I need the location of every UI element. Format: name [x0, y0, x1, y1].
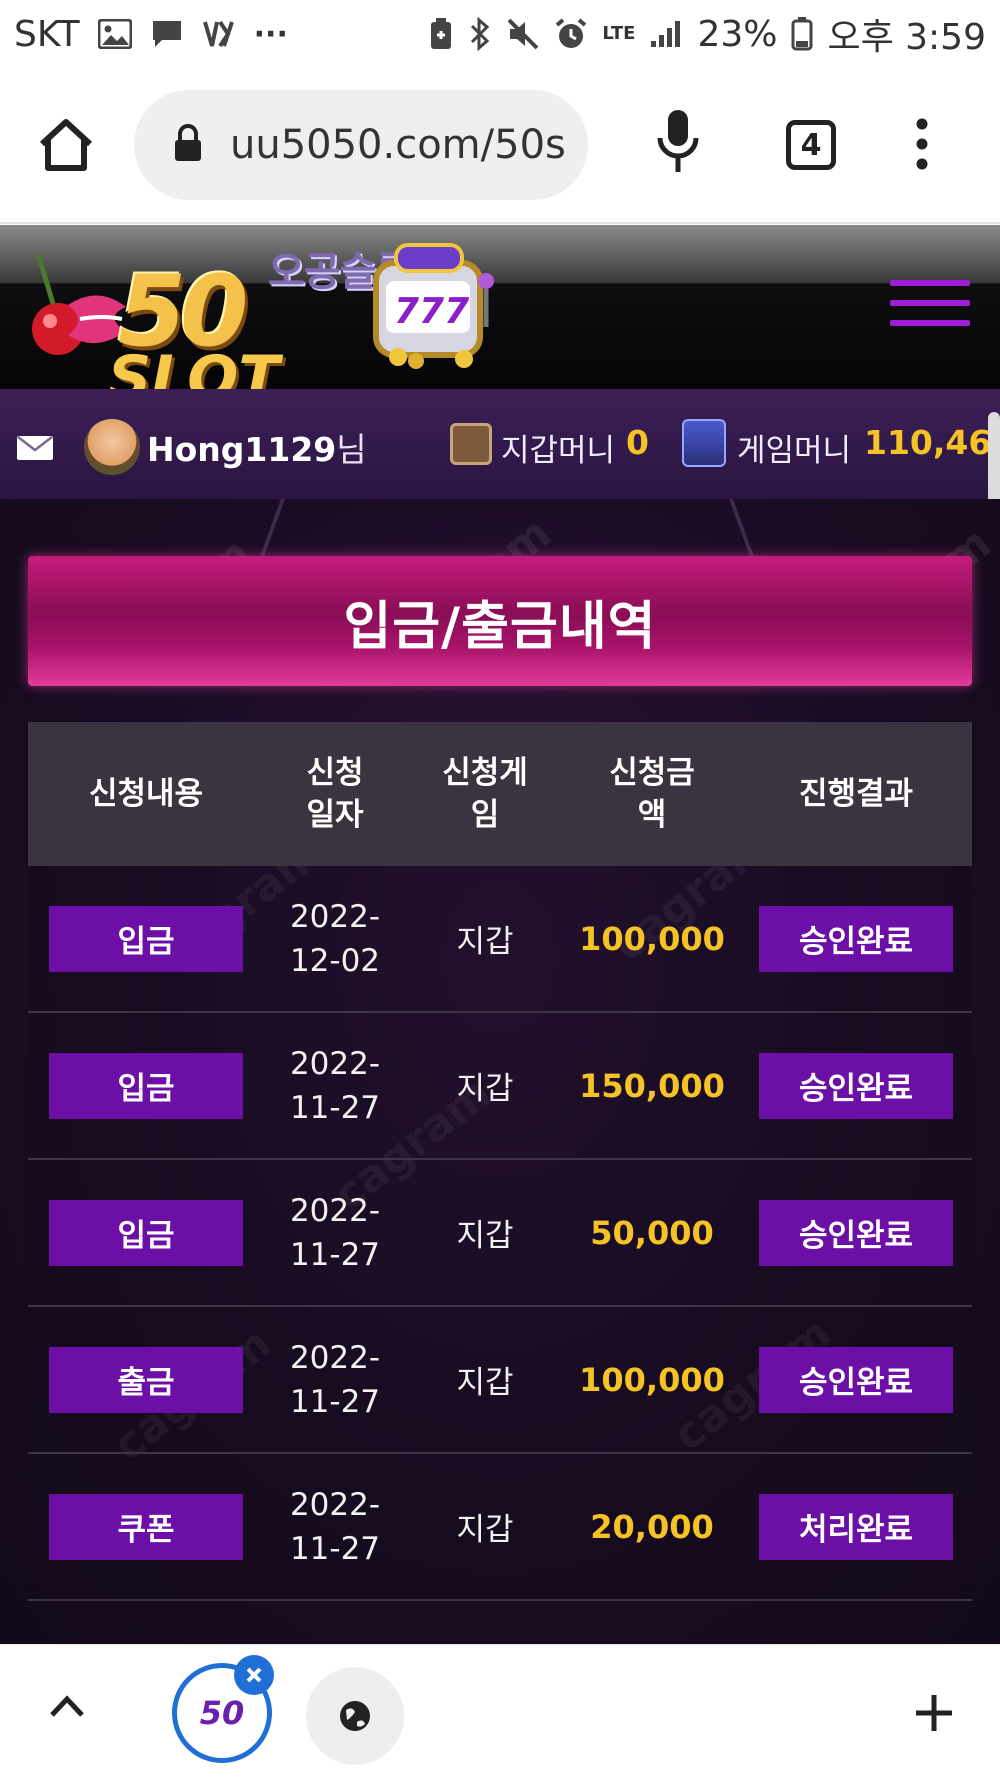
- header-amount: 신청금 액: [609, 755, 695, 833]
- table-row: 입금 2022- 11-27 지갑 150,000 승인완료: [28, 1013, 972, 1160]
- type-badge: 입금: [49, 1052, 243, 1119]
- result-badge: 처리완료: [759, 1493, 953, 1560]
- date-cell: 2022- 12-02: [289, 898, 381, 979]
- browser-bottom-bar: 50: [0, 1644, 1000, 1778]
- avatar: [84, 419, 140, 475]
- battery-percent: 23%: [697, 13, 778, 55]
- main-content: cagram cagram cagram cagram cagram cagra…: [0, 499, 1000, 1644]
- header-date: 신청 일자: [306, 755, 364, 833]
- result-badge: 승인완료: [759, 905, 953, 972]
- tab-switcher-button[interactable]: 4: [786, 120, 836, 170]
- status-bar: SKT ··· LTE 23% 오후 3:59: [0, 0, 1000, 68]
- wallet-money-value: 0: [626, 423, 649, 462]
- game-cell: 지갑: [456, 924, 514, 960]
- address-bar[interactable]: uu5050.com/50s: [134, 90, 588, 200]
- carrier-label: SKT: [14, 13, 80, 55]
- table-row: 쿠폰 2022- 11-27 지갑 20,000 처리완료: [28, 1454, 972, 1601]
- type-badge: 입금: [49, 905, 243, 972]
- decor-line: [259, 499, 285, 559]
- url-text[interactable]: uu5050.com/50s: [230, 122, 570, 168]
- battery-icon: [791, 17, 813, 51]
- amount-cell: 100,000: [579, 919, 725, 958]
- home-icon[interactable]: [36, 118, 96, 176]
- wallet-money-label: 지갑머니: [501, 433, 616, 469]
- clock: 오후 3:59: [827, 17, 986, 58]
- mic-icon[interactable]: [656, 108, 700, 182]
- header-type: 신청내용: [88, 776, 204, 812]
- overflow-indicator: ···: [253, 16, 288, 52]
- header-game: 신청게 임: [442, 755, 528, 833]
- mute-icon: [506, 17, 540, 51]
- lock-icon: [172, 123, 204, 167]
- amount-cell: 100,000: [579, 1360, 725, 1399]
- date-cell: 2022- 11-27: [289, 1045, 381, 1126]
- username: Hong1129님: [147, 423, 367, 471]
- result-badge: 승인완료: [759, 1052, 953, 1119]
- hamburger-menu-icon[interactable]: [890, 280, 970, 340]
- game-cell: 지갑: [456, 1365, 514, 1401]
- type-badge: 입금: [49, 1199, 243, 1266]
- more-vert-icon[interactable]: [912, 118, 932, 174]
- user-info-bar: Hong1129님 지갑머니 0 게임머니 110,465: [0, 389, 1000, 499]
- game-money-label: 게임머니: [737, 433, 852, 469]
- type-badge: 출금: [49, 1346, 243, 1413]
- chevron-up-icon[interactable]: [48, 1693, 86, 1723]
- amount-cell: 150,000: [579, 1066, 725, 1105]
- page-title-banner: 입금/출금내역: [28, 556, 972, 686]
- game-cell: 지갑: [456, 1071, 514, 1107]
- image-icon: [97, 19, 132, 49]
- game-cell: 지갑: [456, 1512, 514, 1548]
- lte-label: LTE: [602, 23, 636, 44]
- page-title: 입금/출금내역: [343, 596, 657, 657]
- amount-cell: 20,000: [590, 1507, 714, 1546]
- signal-bars-icon: [649, 19, 683, 49]
- site-logo[interactable]: 오공슬롯 50 SLOT 777: [18, 235, 538, 413]
- slot-reels: 777: [394, 291, 470, 332]
- date-cell: 2022- 11-27: [289, 1339, 381, 1420]
- signal-app-icon: [202, 19, 236, 49]
- date-cell: 2022- 11-27: [289, 1486, 381, 1567]
- table-row: 출금 2022- 11-27 지갑 100,000 승인완료: [28, 1307, 972, 1454]
- mail-icon[interactable]: [16, 435, 54, 465]
- table-header: 신청내용 신청 일자 신청게 임 신청금 액 진행결과: [28, 722, 972, 866]
- amount-cell: 50,000: [590, 1213, 714, 1252]
- username-value: Hong1129: [147, 430, 337, 469]
- slot-machine-icon: 777: [368, 241, 494, 369]
- game-money-value: 110,465: [864, 423, 1000, 462]
- safe-icon: [450, 423, 492, 465]
- decor-line: [729, 499, 755, 559]
- new-tab-icon[interactable]: [912, 1691, 956, 1739]
- site-header: 오공슬롯 50 SLOT 777: [0, 225, 1000, 413]
- tab-thumbnail-label: 50: [199, 1694, 245, 1732]
- table-row: 입금 2022- 12-02 지갑 100,000 승인완료: [28, 866, 972, 1013]
- vault-icon: [682, 419, 726, 467]
- alarm-icon: [554, 17, 588, 51]
- date-cell: 2022- 11-27: [289, 1192, 381, 1273]
- bluetooth-icon: [468, 17, 492, 51]
- game-cell: 지갑: [456, 1218, 514, 1254]
- header-result: 진행결과: [798, 776, 914, 812]
- browser-toolbar: uu5050.com/50s 4: [0, 68, 1000, 224]
- close-icon[interactable]: [234, 1655, 274, 1695]
- table-row: 입금 2022- 11-27 지갑 50,000 승인완료: [28, 1160, 972, 1307]
- message-icon: [150, 18, 184, 50]
- type-badge: 쿠폰: [49, 1493, 243, 1560]
- globe-icon[interactable]: [306, 1667, 404, 1765]
- tab-count: 4: [800, 127, 822, 163]
- username-suffix: 님: [336, 430, 367, 469]
- transaction-table: 신청내용 신청 일자 신청게 임 신청금 액 진행결과 입금 2022- 12-02 지…: [28, 722, 972, 1601]
- battery-saver-icon: [428, 17, 454, 51]
- result-badge: 승인완료: [759, 1199, 953, 1266]
- result-badge: 승인완료: [759, 1346, 953, 1413]
